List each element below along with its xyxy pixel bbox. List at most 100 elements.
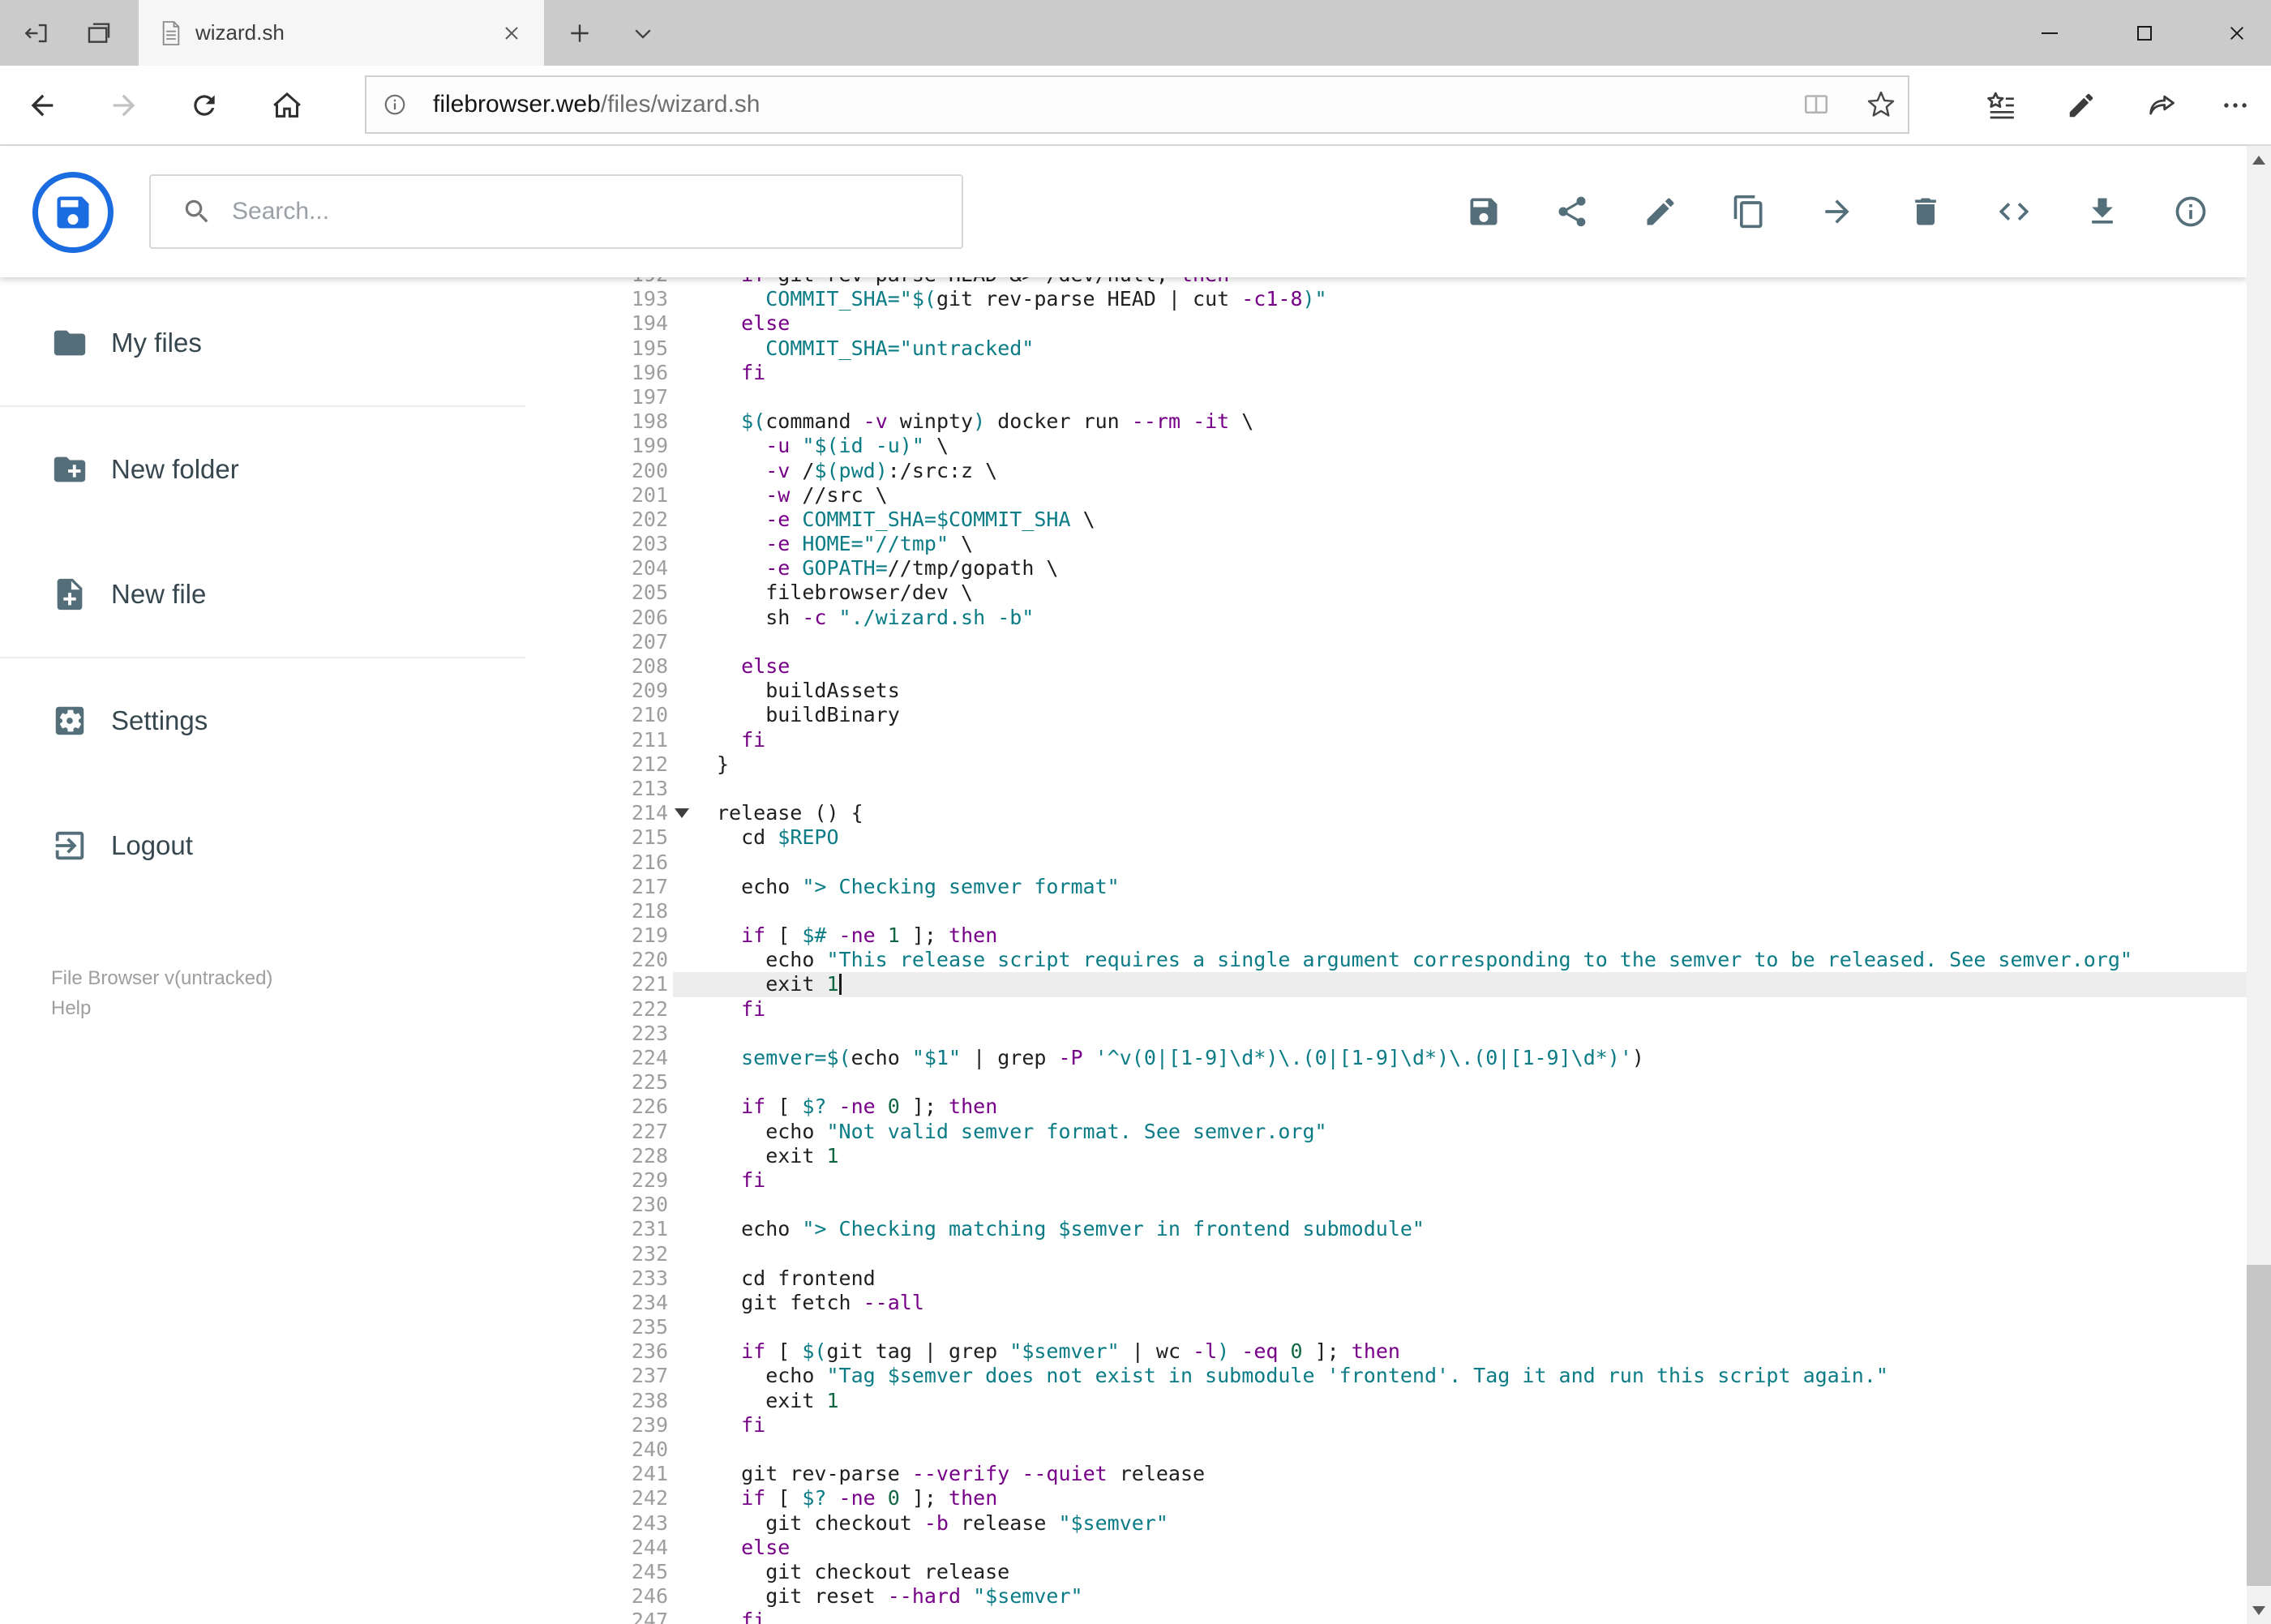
code-line-228[interactable]: 228 exit 1	[551, 1144, 2247, 1168]
code-line-220[interactable]: 220 echo "This release script requires a…	[551, 948, 2247, 972]
code-line-212[interactable]: 212}	[551, 752, 2247, 777]
code-line-240[interactable]: 240	[551, 1438, 2247, 1462]
code-line-219[interactable]: 219 if [ $# -ne 1 ]; then	[551, 923, 2247, 948]
edit-icon[interactable]	[1643, 194, 1678, 229]
reading-view-icon[interactable]	[1801, 89, 1832, 120]
code-line-213[interactable]: 213	[551, 777, 2247, 801]
code-line-233[interactable]: 233 cd frontend	[551, 1266, 2247, 1291]
tab-preview-icon[interactable]	[80, 15, 118, 52]
code-line-192[interactable]: 192 if git rev-parse HEAD &> /dev/null; …	[551, 277, 2247, 287]
delete-icon[interactable]	[1908, 194, 1943, 229]
code-line-193[interactable]: 193 COMMIT_SHA="$(git rev-parse HEAD | c…	[551, 287, 2247, 311]
code-line-238[interactable]: 238 exit 1	[551, 1389, 2247, 1413]
scroll-down-arrow-icon[interactable]	[2247, 1596, 2271, 1624]
code-line-201[interactable]: 201 -w //src \	[551, 483, 2247, 508]
code-line-207[interactable]: 207	[551, 630, 2247, 654]
maximize-button[interactable]	[2110, 0, 2179, 66]
more-options-button[interactable]	[2217, 87, 2254, 124]
code-line-236[interactable]: 236 if [ $(git tag | grep "$semver" | wc…	[551, 1339, 2247, 1364]
code-line-230[interactable]: 230	[551, 1193, 2247, 1217]
close-tab-icon[interactable]	[496, 18, 527, 49]
code-line-218[interactable]: 218	[551, 899, 2247, 923]
code-line-216[interactable]: 216	[551, 851, 2247, 875]
code-line-239[interactable]: 239 fi	[551, 1413, 2247, 1438]
help-link[interactable]: Help	[51, 993, 272, 1023]
sidebar-item-new-folder[interactable]: New folder	[0, 407, 551, 532]
share-icon[interactable]	[1554, 194, 1590, 229]
code-line-246[interactable]: 246 git reset --hard "$semver"	[551, 1584, 2247, 1609]
code-line-225[interactable]: 225	[551, 1070, 2247, 1095]
code-line-226[interactable]: 226 if [ $? -ne 0 ]; then	[551, 1095, 2247, 1119]
sidebar-item-logout[interactable]: Logout	[0, 783, 551, 908]
code-line-241[interactable]: 241 git rev-parse --verify --quiet relea…	[551, 1462, 2247, 1486]
fold-marker-icon[interactable]	[675, 808, 689, 819]
code-line-215[interactable]: 215 cd $REPO	[551, 825, 2247, 850]
code-editor[interactable]: 192 if git rev-parse HEAD &> /dev/null; …	[551, 277, 2247, 1624]
info-icon[interactable]	[2173, 194, 2209, 229]
hub-button[interactable]	[1982, 87, 2020, 124]
code-line-235[interactable]: 235	[551, 1315, 2247, 1339]
code-line-209[interactable]: 209 buildAssets	[551, 679, 2247, 703]
code-line-200[interactable]: 200 -v /$(pwd):/src:z \	[551, 459, 2247, 483]
url-bar[interactable]: filebrowser.web/files/wizard.sh	[365, 75, 1909, 134]
code-line-222[interactable]: 222 fi	[551, 997, 2247, 1022]
copy-icon[interactable]	[1731, 194, 1767, 229]
code-line-243[interactable]: 243 git checkout -b release "$semver"	[551, 1511, 2247, 1536]
sidebar-item-settings[interactable]: Settings	[0, 658, 551, 783]
new-tab-icon[interactable]	[561, 15, 598, 52]
code-line-245[interactable]: 245 git checkout release	[551, 1560, 2247, 1584]
move-icon[interactable]	[1819, 194, 1855, 229]
code-line-198[interactable]: 198 $(command -v winpty) docker run --rm…	[551, 409, 2247, 434]
code-line-231[interactable]: 231 echo "> Checking matching $semver in…	[551, 1217, 2247, 1241]
page-scrollbar[interactable]	[2247, 146, 2271, 1624]
code-line-247[interactable]: 247 fi	[551, 1609, 2247, 1624]
web-note-button[interactable]	[2063, 87, 2100, 124]
code-line-204[interactable]: 204 -e GOPATH=//tmp/gopath \	[551, 556, 2247, 581]
site-info-icon[interactable]	[383, 92, 407, 117]
code-line-197[interactable]: 197	[551, 385, 2247, 409]
code-line-234[interactable]: 234 git fetch --all	[551, 1291, 2247, 1315]
code-line-210[interactable]: 210 buildBinary	[551, 703, 2247, 727]
code-line-194[interactable]: 194 else	[551, 311, 2247, 336]
code-line-237[interactable]: 237 echo "Tag $semver does not exist in …	[551, 1364, 2247, 1388]
code-line-217[interactable]: 217 echo "> Checking semver format"	[551, 875, 2247, 899]
code-line-206[interactable]: 206 sh -c "./wizard.sh -b"	[551, 606, 2247, 630]
scroll-up-arrow-icon[interactable]	[2247, 146, 2271, 174]
scrollbar-thumb[interactable]	[2247, 1265, 2271, 1586]
back-button[interactable]	[24, 87, 61, 124]
tab-list-chevron-icon[interactable]	[624, 15, 662, 52]
browser-tab[interactable]: wizard.sh	[139, 0, 544, 66]
refresh-button[interactable]	[186, 87, 223, 124]
code-line-232[interactable]: 232	[551, 1242, 2247, 1266]
code-line-227[interactable]: 227 echo "Not valid semver format. See s…	[551, 1120, 2247, 1144]
sidebar-item-new-file[interactable]: New file	[0, 532, 551, 657]
code-line-205[interactable]: 205 filebrowser/dev \	[551, 581, 2247, 605]
minimize-button[interactable]	[2016, 0, 2084, 66]
sidebar-item-my-files[interactable]: My files	[0, 281, 551, 405]
code-line-229[interactable]: 229 fi	[551, 1168, 2247, 1193]
code-line-195[interactable]: 195 COMMIT_SHA="untracked"	[551, 336, 2247, 361]
code-line-214[interactable]: 214 release () {	[551, 801, 2247, 825]
search-input[interactable]	[230, 197, 898, 226]
close-window-button[interactable]	[2203, 0, 2271, 66]
code-line-221[interactable]: 221 exit 1	[551, 972, 2247, 997]
code-line-208[interactable]: 208 else	[551, 654, 2247, 679]
code-line-244[interactable]: 244 else	[551, 1536, 2247, 1560]
home-button[interactable]	[268, 87, 306, 124]
code-line-202[interactable]: 202 -e COMMIT_SHA=$COMMIT_SHA \	[551, 508, 2247, 532]
tabs-set-aside-icon[interactable]	[18, 15, 55, 52]
search-box[interactable]	[149, 174, 963, 249]
code-icon[interactable]	[1996, 194, 2032, 229]
code-line-242[interactable]: 242 if [ $? -ne 0 ]; then	[551, 1486, 2247, 1510]
save-icon[interactable]	[1466, 194, 1502, 229]
download-icon[interactable]	[2085, 194, 2120, 229]
code-line-203[interactable]: 203 -e HOME="//tmp" \	[551, 532, 2247, 556]
code-line-196[interactable]: 196 fi	[551, 361, 2247, 385]
code-line-224[interactable]: 224 semver=$(echo "$1" | grep -P '^v(0|[…	[551, 1046, 2247, 1070]
code-line-199[interactable]: 199 -u "$(id -u)" \	[551, 434, 2247, 458]
code-line-211[interactable]: 211 fi	[551, 728, 2247, 752]
forward-button[interactable]	[105, 87, 143, 124]
code-line-223[interactable]: 223	[551, 1022, 2247, 1046]
favorite-star-icon[interactable]	[1866, 89, 1896, 120]
share-button[interactable]	[2145, 87, 2182, 124]
